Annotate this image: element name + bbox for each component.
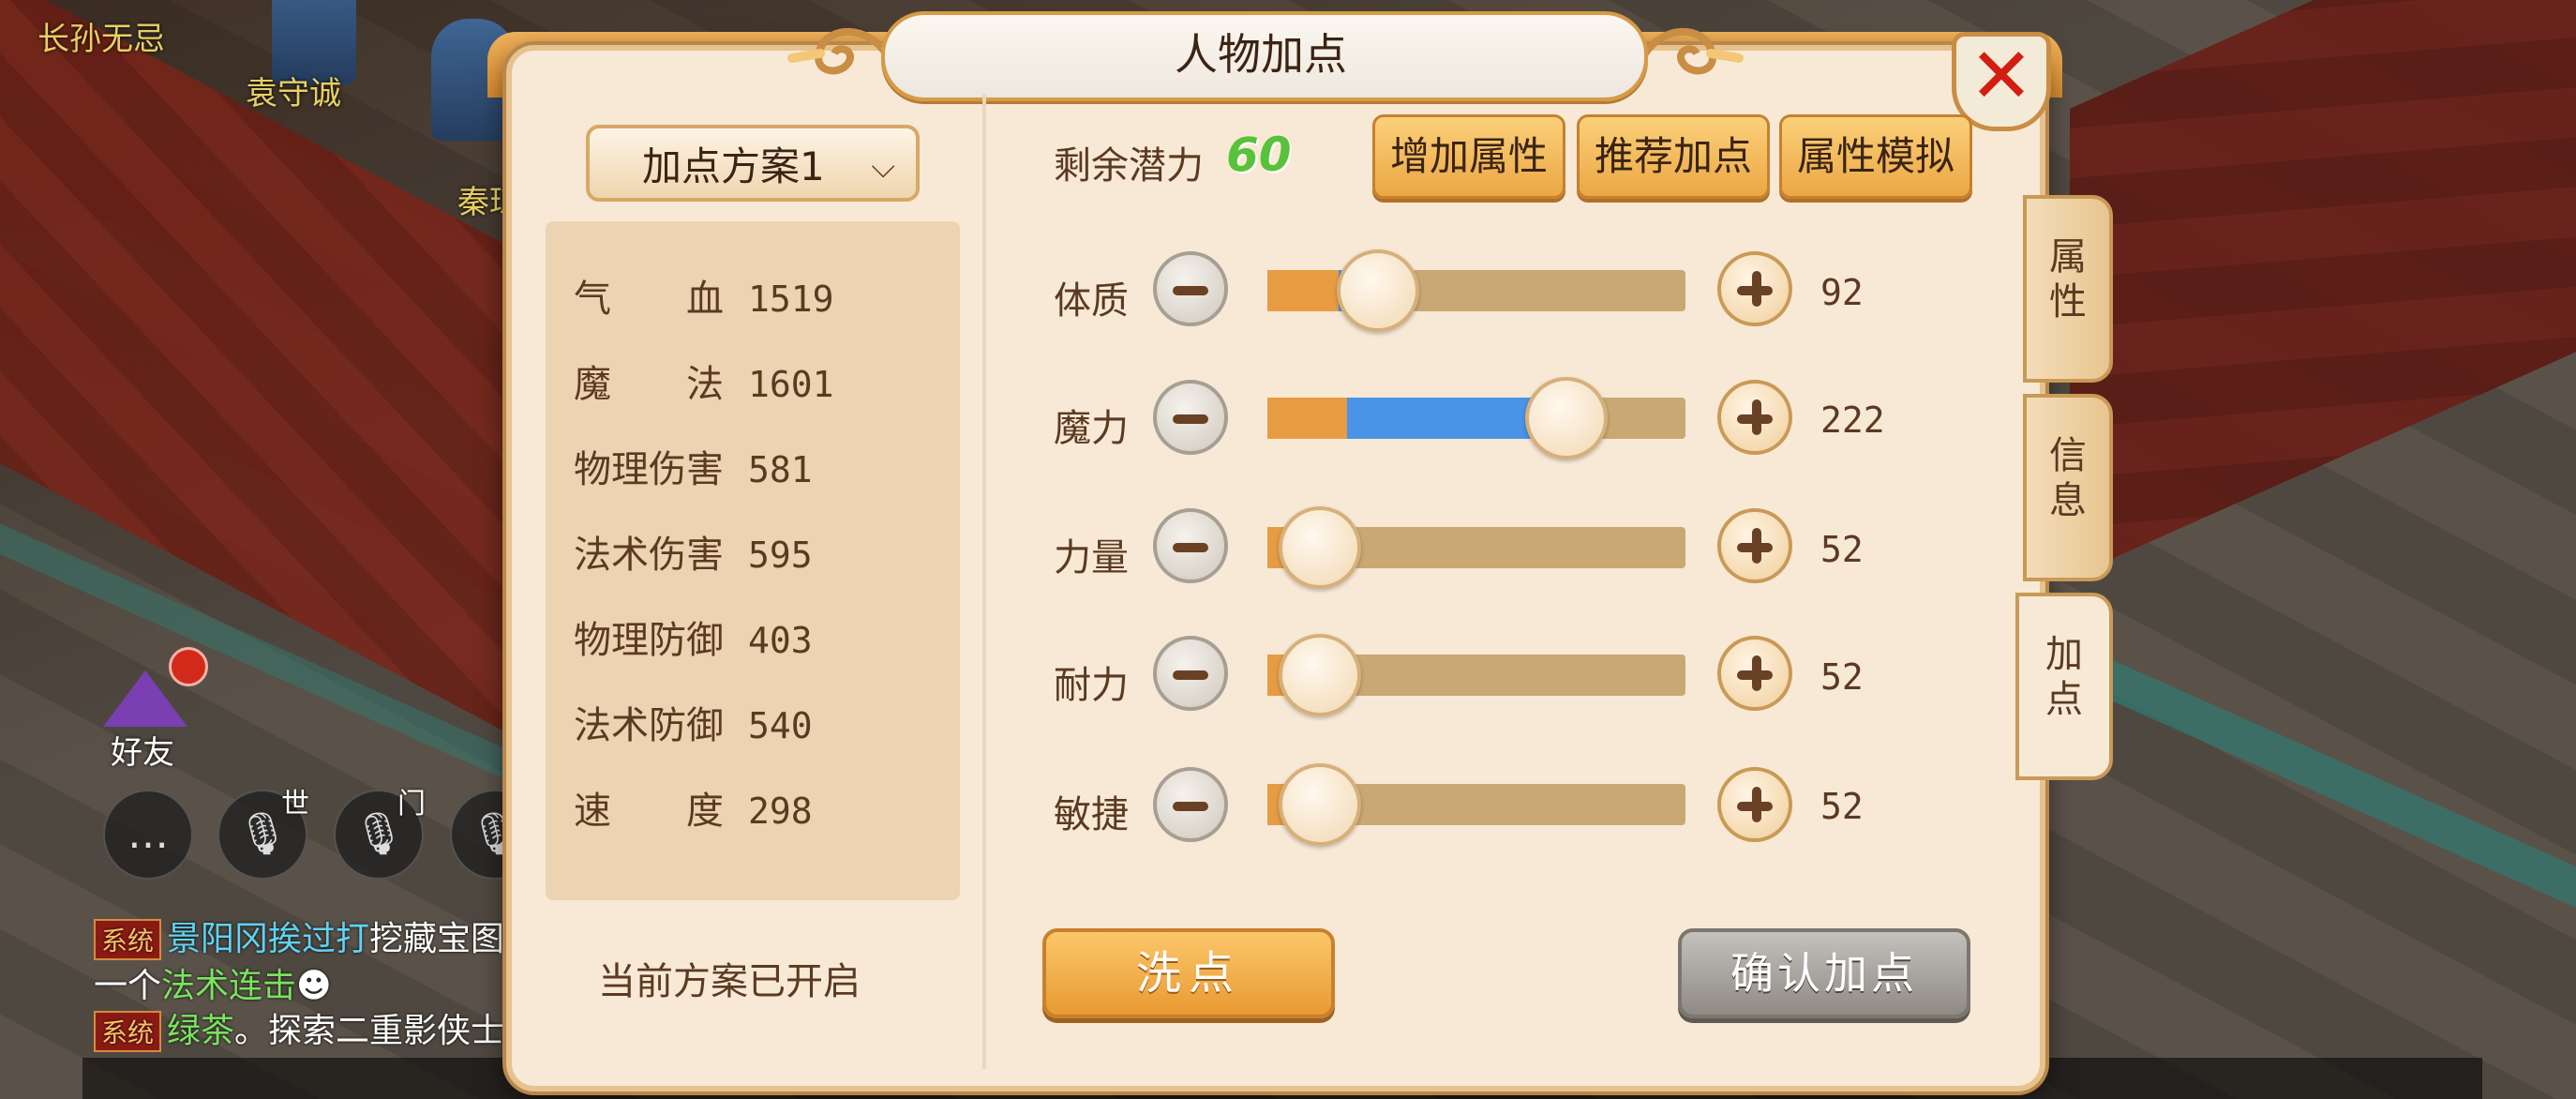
stat-value: 403	[748, 620, 813, 661]
chat-message: 挖藏宝图	[369, 920, 505, 958]
stat-value: 1519	[748, 279, 834, 320]
agility-value: 52	[1820, 786, 1864, 827]
decrease-endurance-button[interactable]	[1153, 636, 1228, 711]
stat-label: 法术伤害	[574, 534, 724, 577]
constitution-slider[interactable]	[1267, 249, 1685, 332]
chat-line[interactable]: 系统 绿茶。探索二重影侠士	[94, 1003, 504, 1052]
sect-tag: 门	[397, 788, 426, 820]
wash-points-button[interactable]: 洗点	[1042, 928, 1335, 1018]
stat-label: 物理伤害	[574, 448, 724, 491]
chat-message: 。探索二重影侠士	[234, 1012, 505, 1050]
cloud-ornament-icon	[1641, 27, 1744, 75]
stat-label: 魔 法	[574, 363, 724, 406]
chat-player-name[interactable]: 景阳冈挨过打	[167, 920, 369, 958]
system-tag: 系统	[94, 1011, 162, 1052]
decrease-strength-button[interactable]	[1153, 508, 1228, 583]
stat-row: 速 度 298	[574, 780, 813, 835]
chat-line[interactable]: 一个法术连击☻	[94, 958, 332, 1007]
strength-slider[interactable]	[1267, 506, 1685, 589]
increase-endurance-button[interactable]	[1717, 636, 1792, 711]
decrease-agility-button[interactable]	[1153, 767, 1228, 842]
tab-add-points[interactable]: 加点	[2015, 593, 2113, 780]
system-tag: 系统	[94, 919, 162, 960]
base-fill	[1267, 398, 1347, 439]
stat-row: 物理防御 403	[574, 610, 813, 664]
added-fill	[1346, 398, 1548, 439]
column-divider	[982, 94, 986, 1069]
tab-label: 属性	[2049, 235, 2087, 324]
chat-message: 一个	[94, 967, 162, 1005]
friends-label: 好友	[111, 734, 174, 772]
stat-label: 法术防御	[574, 704, 724, 747]
tab-label: 信息	[2049, 434, 2087, 522]
notification-dot	[169, 647, 208, 686]
confirm-points-button[interactable]: 确认加点	[1678, 928, 1970, 1018]
attribute-label-magic: 魔力	[1054, 407, 1129, 450]
chat-line[interactable]: 系统 景阳冈挨过打挖藏宝图	[94, 911, 504, 960]
endurance-value: 52	[1820, 656, 1864, 698]
slider-knob[interactable]	[1524, 377, 1608, 459]
tab-info[interactable]: 信息	[2023, 394, 2113, 581]
plan-select-value: 加点方案1	[642, 143, 825, 189]
strength-value: 52	[1820, 529, 1864, 570]
agility-slider[interactable]	[1267, 763, 1685, 846]
chat-highlight[interactable]: 法术连击	[161, 967, 296, 1005]
recommend-points-button[interactable]: 推荐加点	[1577, 114, 1770, 199]
npc-name: 袁守诚	[246, 75, 341, 113]
increase-agility-button[interactable]	[1717, 767, 1792, 842]
cloud-ornament-icon	[787, 27, 890, 75]
stat-value: 595	[748, 534, 813, 576]
stat-row: 魔 法 1601	[574, 354, 834, 408]
magic-slider[interactable]	[1267, 377, 1685, 459]
plan-select[interactable]: 加点方案1 ⌵	[586, 125, 920, 202]
panel-title: 人物加点	[1175, 29, 1347, 80]
stat-value: 540	[748, 705, 813, 746]
attribute-label-strength: 力量	[1054, 536, 1129, 580]
stat-row: 气 血 1519	[574, 268, 834, 323]
player-name: 长孙无忌	[37, 21, 165, 58]
scene-floor-stripe	[2045, 637, 2576, 939]
stat-row: 法术伤害 595	[574, 524, 813, 579]
magic-value: 222	[1820, 399, 1885, 441]
emoji-icon: ☻	[296, 967, 332, 1005]
constitution-value: 92	[1820, 272, 1864, 313]
close-icon: ✕	[1969, 32, 2034, 121]
slider-knob[interactable]	[1278, 506, 1361, 589]
decrease-magic-button[interactable]	[1153, 380, 1228, 455]
world-tag: 世	[281, 788, 309, 820]
decrease-constitution-button[interactable]	[1153, 251, 1228, 326]
chat-bubble-button[interactable]: …	[103, 790, 193, 880]
attribute-label-agility: 敏捷	[1054, 793, 1129, 836]
tab-label: 加点	[2045, 633, 2083, 721]
stat-value: 581	[748, 449, 813, 490]
attribute-label-constitution: 体质	[1054, 279, 1129, 323]
increase-strength-button[interactable]	[1717, 508, 1792, 583]
tab-attributes[interactable]: 属性	[2023, 195, 2113, 383]
increase-magic-button[interactable]	[1717, 380, 1792, 455]
stat-label: 速 度	[574, 790, 724, 833]
remaining-potential-value: 60	[1226, 128, 1292, 182]
endurance-slider[interactable]	[1267, 634, 1685, 716]
stat-row: 法术防御 540	[574, 695, 813, 749]
slider-knob[interactable]	[1337, 249, 1420, 332]
stat-label: 物理防御	[574, 619, 724, 662]
attribute-label-endurance: 耐力	[1054, 664, 1129, 707]
stat-row: 物理伤害 581	[574, 439, 813, 493]
slider-knob[interactable]	[1278, 634, 1361, 716]
plan-status: 当前方案已开启	[598, 960, 861, 1003]
stat-value: 298	[748, 790, 813, 832]
chevron-down-icon: ⌵	[871, 148, 895, 186]
slider-knob[interactable]	[1278, 763, 1361, 846]
stat-value: 1601	[748, 364, 834, 405]
base-fill	[1267, 270, 1339, 311]
simulate-attribute-button[interactable]: 属性模拟	[1779, 114, 1972, 199]
chat-player-name[interactable]: 绿茶	[167, 1012, 234, 1050]
scene-carpet-right	[2070, 0, 2576, 578]
stat-label: 气 血	[574, 278, 724, 321]
increase-constitution-button[interactable]	[1717, 251, 1792, 326]
remaining-potential-label: 剩余潜力	[1054, 144, 1204, 188]
add-attribute-button[interactable]: 增加属性	[1372, 114, 1565, 199]
